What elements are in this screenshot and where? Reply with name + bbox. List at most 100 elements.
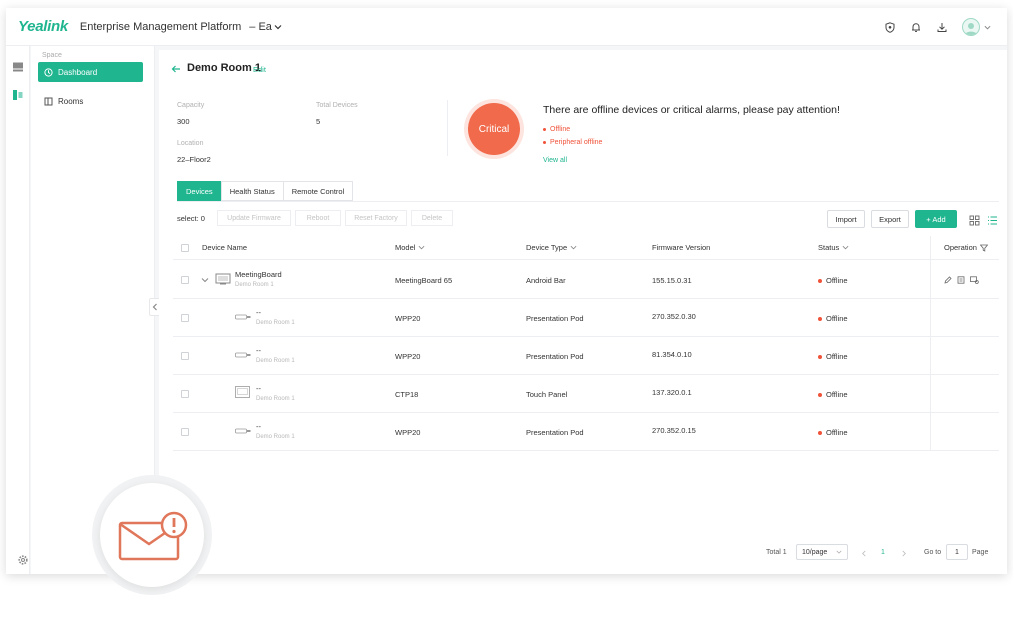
column-model[interactable]: Model bbox=[395, 243, 425, 252]
icon-rail bbox=[6, 46, 30, 574]
sidebar-item-dashboard[interactable]: Dashboard bbox=[38, 62, 143, 82]
back-arrow-icon[interactable] bbox=[171, 64, 181, 77]
main-panel: Demo Room 1 Edit Capacity 300 Total Devi… bbox=[159, 50, 1007, 574]
device-type: Android Bar bbox=[526, 276, 566, 285]
device-room: Demo Room 1 bbox=[256, 320, 295, 326]
column-label: Model bbox=[395, 243, 416, 252]
expand-chevron-icon[interactable] bbox=[201, 276, 209, 284]
column-label: Status bbox=[818, 243, 840, 252]
dashboard-icon bbox=[44, 67, 53, 77]
column-label: Device Name bbox=[202, 243, 248, 252]
list-view-icon[interactable] bbox=[987, 213, 998, 225]
page-size-select[interactable]: 10/page bbox=[796, 544, 848, 560]
mail-badge bbox=[100, 483, 204, 587]
meetingboard-device-icon bbox=[215, 273, 231, 285]
export-button[interactable]: Export bbox=[871, 210, 909, 228]
next-page-icon[interactable] bbox=[901, 550, 907, 557]
tab-remote-control[interactable]: Remote Control bbox=[282, 181, 354, 201]
column-label: Device Type bbox=[526, 243, 568, 252]
location-value: 22–Floor2 bbox=[177, 155, 211, 164]
add-button[interactable]: + Add bbox=[915, 210, 957, 228]
device-name[interactable]: -- bbox=[256, 346, 261, 355]
device-name[interactable]: -- bbox=[256, 422, 261, 431]
table-row[interactable]: -- Demo Room 1 CTP18 Touch Panel 137.320… bbox=[173, 375, 999, 413]
remote-icon[interactable] bbox=[970, 276, 979, 284]
org-selector[interactable]: – Ea bbox=[249, 21, 282, 33]
table-header: Device Name Model Device Type Firmware V… bbox=[173, 236, 999, 260]
avatar[interactable] bbox=[962, 18, 980, 36]
top-bar: Yealink Enterprise Management Platform –… bbox=[6, 8, 1007, 46]
table-row[interactable]: MeetingBoard Demo Room 1 MeetingBoard 65… bbox=[173, 261, 999, 299]
status-badge: Offline bbox=[818, 276, 848, 285]
device-name[interactable]: -- bbox=[256, 384, 261, 393]
device-type: Presentation Pod bbox=[526, 352, 584, 361]
sidebar-item-label: Dashboard bbox=[58, 67, 98, 77]
row-checkbox[interactable] bbox=[181, 314, 189, 322]
chevron-left-icon bbox=[152, 303, 157, 311]
status-label: Offline bbox=[826, 314, 848, 323]
column-device-type[interactable]: Device Type bbox=[526, 243, 577, 252]
top-right-tools bbox=[884, 8, 991, 46]
device-name[interactable]: MeetingBoard bbox=[235, 270, 282, 279]
row-checkbox[interactable] bbox=[181, 276, 189, 284]
device-type: Presentation Pod bbox=[526, 314, 584, 323]
sidebar-item-rooms[interactable]: Rooms bbox=[38, 91, 143, 111]
location-label: Location bbox=[177, 140, 204, 147]
column-label: Firmware Version bbox=[652, 243, 711, 252]
import-button[interactable]: Import bbox=[827, 210, 865, 228]
alert-item-peripheral-offline: Peripheral offline bbox=[543, 139, 602, 146]
device-model: WPP20 bbox=[395, 428, 421, 437]
avatar-chevron-down-icon[interactable] bbox=[984, 24, 991, 31]
edit-link[interactable]: Edit bbox=[253, 65, 266, 74]
settings-gear-icon[interactable] bbox=[17, 553, 29, 565]
goto-page-input[interactable]: 1 bbox=[946, 544, 968, 560]
row-checkbox[interactable] bbox=[181, 390, 189, 398]
device-model: MeetingBoard 65 bbox=[395, 276, 453, 285]
sidebar-section-label: Space bbox=[42, 52, 62, 59]
tab-health-status[interactable]: Health Status bbox=[220, 181, 284, 201]
reboot-button[interactable]: Reboot bbox=[295, 210, 341, 226]
edit-icon[interactable] bbox=[944, 276, 952, 284]
row-checkbox[interactable] bbox=[181, 352, 189, 360]
tab-bar: Devices Health Status Remote Control bbox=[177, 181, 354, 201]
delete-button[interactable]: Delete bbox=[411, 210, 453, 226]
devices-icon[interactable] bbox=[11, 60, 25, 74]
space-icon[interactable] bbox=[11, 88, 25, 102]
row-checkbox[interactable] bbox=[181, 428, 189, 436]
table-row[interactable]: -- Demo Room 1 WPP20 Presentation Pod 27… bbox=[173, 299, 999, 337]
tab-devices[interactable]: Devices bbox=[177, 181, 222, 201]
column-status[interactable]: Status bbox=[818, 243, 849, 252]
selected-count: select​: 0 bbox=[177, 214, 205, 223]
firmware-version: 270.352.0.30 bbox=[652, 312, 696, 321]
column-operation: Operation bbox=[944, 243, 988, 252]
yealink-logo[interactable]: Yealink bbox=[18, 18, 68, 35]
device-room: Demo Room 1 bbox=[256, 434, 295, 440]
page-title: Demo Room 1 bbox=[187, 62, 261, 74]
status-badge: Offline bbox=[818, 352, 848, 361]
touch-panel-icon bbox=[235, 386, 250, 398]
select-all-checkbox[interactable] bbox=[181, 244, 189, 252]
chevron-down-icon bbox=[836, 550, 842, 554]
alert-item-offline: Offline bbox=[543, 126, 570, 133]
table-row[interactable]: -- Demo Room 1 WPP20 Presentation Pod 81… bbox=[173, 337, 999, 375]
status-badge: Offline bbox=[818, 428, 848, 437]
status-label: Offline bbox=[826, 390, 848, 399]
grid-view-icon[interactable] bbox=[969, 213, 980, 226]
filter-icon[interactable] bbox=[979, 244, 988, 252]
details-icon[interactable] bbox=[957, 276, 965, 284]
presentation-pod-icon bbox=[235, 428, 251, 434]
view-all-link[interactable]: View all bbox=[543, 157, 567, 164]
device-name[interactable]: -- bbox=[256, 308, 261, 317]
download-icon[interactable] bbox=[936, 21, 948, 33]
chevron-down-icon bbox=[274, 24, 282, 29]
current-page[interactable]: 1 bbox=[881, 549, 885, 556]
device-room: Demo Room 1 bbox=[235, 282, 274, 288]
table-row[interactable]: -- Demo Room 1 WPP20 Presentation Pod 27… bbox=[173, 413, 999, 451]
update-firmware-button[interactable]: Update Firmware bbox=[217, 210, 291, 226]
prev-page-icon[interactable] bbox=[861, 550, 867, 557]
firmware-version: 137.320.0.1 bbox=[652, 388, 692, 397]
bell-icon[interactable] bbox=[910, 21, 922, 33]
reset-factory-button[interactable]: Reset Factory bbox=[345, 210, 407, 226]
shield-icon[interactable] bbox=[884, 21, 896, 33]
status-badge: Offline bbox=[818, 314, 848, 323]
